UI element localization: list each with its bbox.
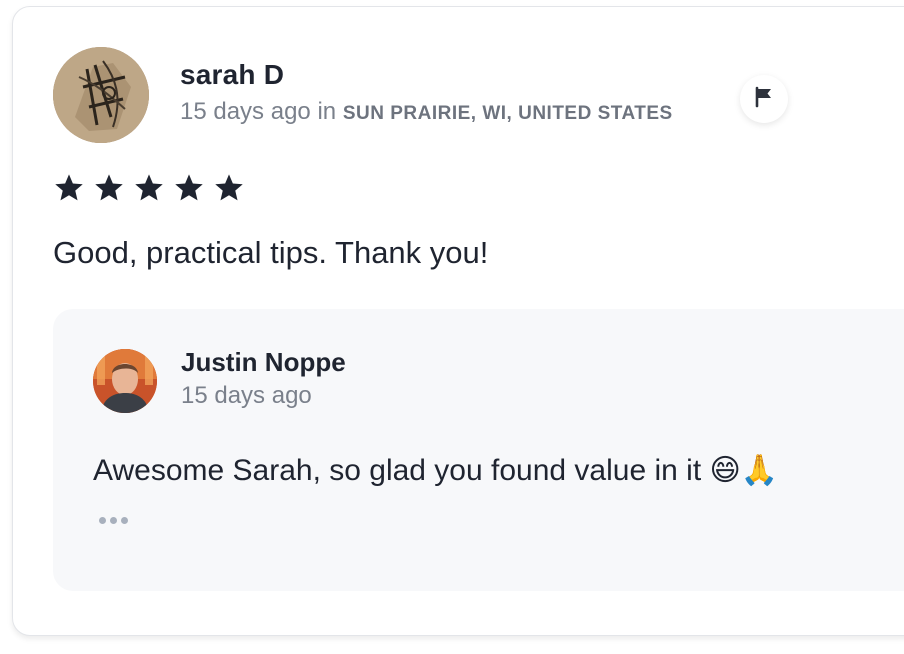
star-rating (53, 172, 245, 204)
reviewer-name[interactable]: sarah D (180, 59, 284, 91)
reply-box: Justin Noppe 15 days ago Awesome Sarah, … (53, 309, 904, 591)
review-meta: 15 days ago in SUN PRAIRIE, WI, UNITED S… (180, 98, 673, 126)
reply-text: Awesome Sarah, so glad you found value i… (93, 454, 779, 487)
review-time: 15 days ago (180, 98, 311, 125)
star-icon (95, 174, 123, 201)
star-icon (215, 174, 243, 201)
reply-author[interactable]: Justin Noppe (181, 347, 346, 378)
review-text: Good, practical tips. Thank you! (53, 235, 489, 270)
more-dots-icon[interactable] (99, 517, 128, 524)
star-icon (175, 174, 203, 201)
report-flag-button[interactable] (740, 75, 788, 123)
review-card: sarah D 15 days ago in SUN PRAIRIE, WI, … (12, 6, 904, 636)
reply-time: 15 days ago (181, 382, 312, 409)
review-in-word: in (317, 98, 337, 125)
star-icon (55, 174, 83, 201)
review-location: SUN PRAIRIE, WI, UNITED STATES (342, 103, 673, 124)
reviewer-avatar[interactable] (53, 47, 149, 143)
reply-avatar[interactable] (93, 349, 157, 413)
flag-icon (753, 86, 775, 113)
star-icon (135, 174, 163, 201)
